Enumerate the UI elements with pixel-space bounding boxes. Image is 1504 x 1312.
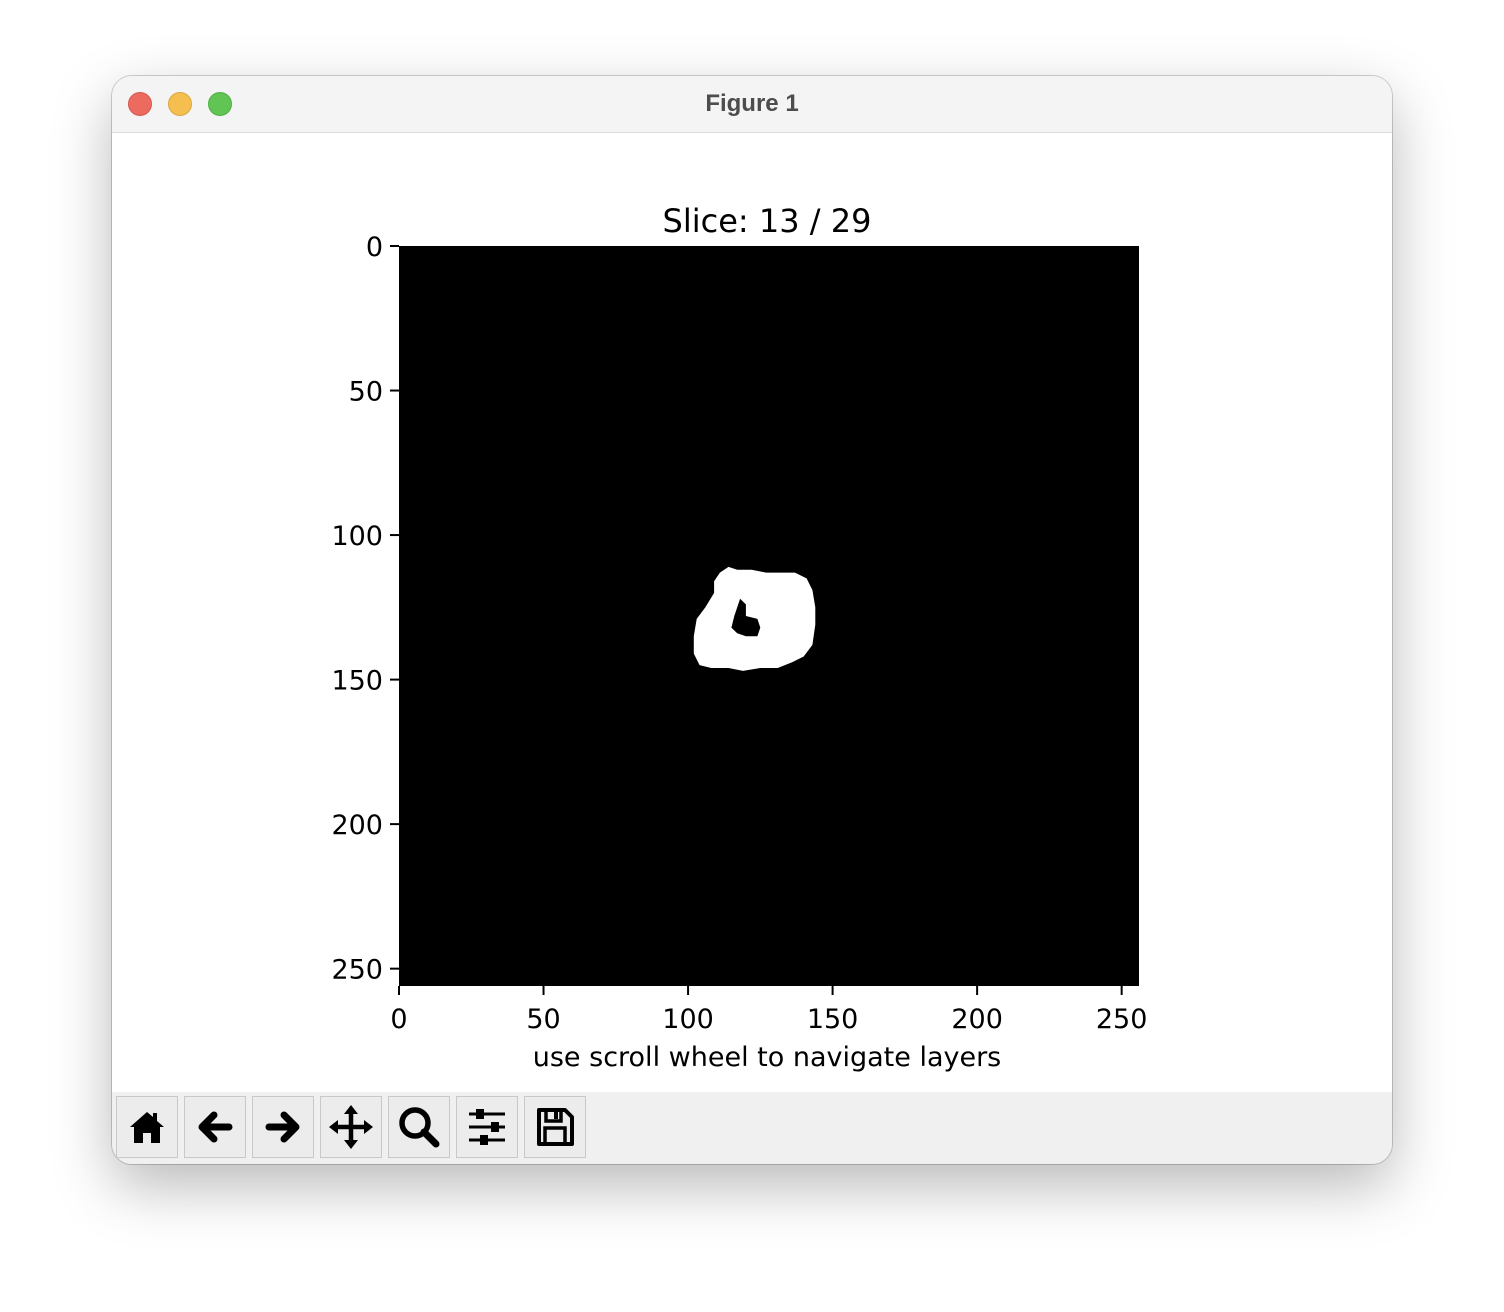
- title-bar: Figure 1: [112, 76, 1392, 133]
- y-axis: 0 50 100 150 200 250: [331, 232, 399, 986]
- y-tick-label: 200: [331, 810, 383, 841]
- zoom-button[interactable]: [388, 1096, 450, 1158]
- back-button[interactable]: [184, 1096, 246, 1158]
- y-tick-label: 0: [366, 232, 383, 263]
- pan-button[interactable]: [320, 1096, 382, 1158]
- move-icon: [329, 1105, 373, 1149]
- x-axis: 0 50 100 150 200 250: [390, 986, 1147, 1035]
- arrow-right-icon: [265, 1111, 300, 1143]
- sliders-icon: [469, 1109, 505, 1145]
- x-tick-label: 50: [526, 1004, 560, 1035]
- x-axis-label: use scroll wheel to navigate layers: [533, 1042, 1002, 1073]
- home-icon: [130, 1112, 164, 1143]
- figure-window: Figure 1 Slice: 13 / 29 0 50 100 150 200 250 …: [112, 76, 1392, 1164]
- plot-title: Slice: 13 / 29: [663, 202, 872, 240]
- save-button[interactable]: [524, 1096, 586, 1158]
- x-tick-label: 0: [390, 1004, 407, 1035]
- y-tick-label: 50: [349, 377, 383, 408]
- y-tick-label: 250: [331, 955, 383, 986]
- figure-canvas[interactable]: Slice: 13 / 29 0 50 100 150 200 250 0 50 100 150…: [112, 133, 1392, 1092]
- forward-button[interactable]: [252, 1096, 314, 1158]
- x-tick-label: 200: [951, 1004, 1003, 1035]
- y-tick-label: 150: [331, 666, 383, 697]
- x-tick-label: 100: [662, 1004, 714, 1035]
- configure-subplots-button[interactable]: [456, 1096, 518, 1158]
- home-button[interactable]: [116, 1096, 178, 1158]
- arrow-left-icon: [198, 1111, 233, 1143]
- floppy-disk-icon: [537, 1108, 574, 1146]
- x-tick-label: 250: [1096, 1004, 1148, 1035]
- navigation-toolbar: [112, 1092, 1392, 1164]
- y-tick-label: 100: [331, 521, 383, 552]
- window-title: Figure 1: [705, 90, 799, 117]
- x-tick-label: 150: [807, 1004, 859, 1035]
- plot-area[interactable]: Slice: 13 / 29 0 50 100 150 200 250 0 50 100 150…: [112, 133, 1392, 1092]
- magnifier-icon: [399, 1107, 440, 1148]
